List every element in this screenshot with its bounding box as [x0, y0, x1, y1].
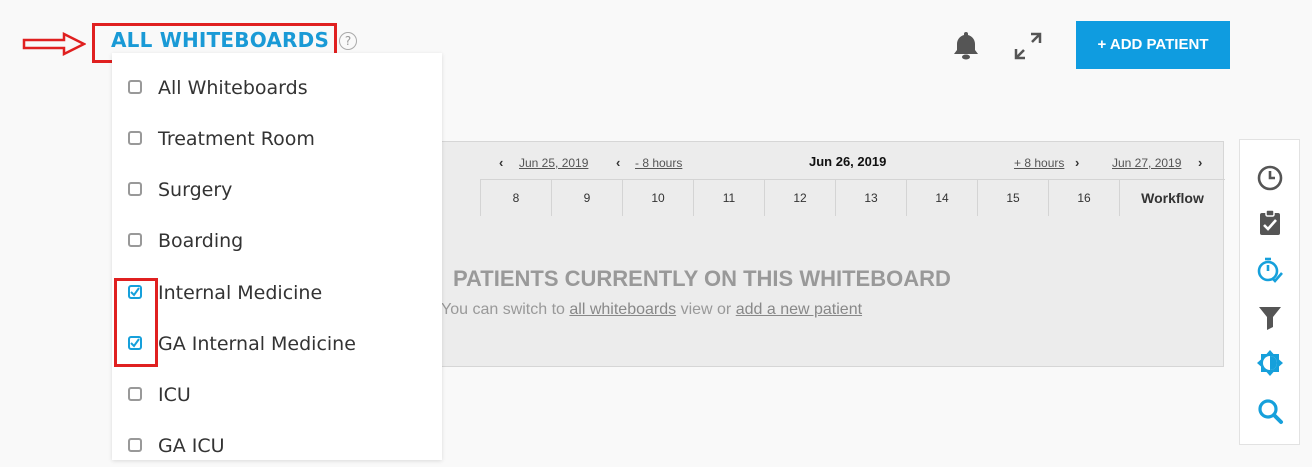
help-icon[interactable]: ?	[339, 32, 357, 50]
checkbox[interactable]	[128, 233, 142, 247]
checkbox[interactable]	[128, 387, 142, 401]
option-label: Treatment Room	[158, 128, 315, 150]
timer-check-icon[interactable]	[1256, 256, 1284, 284]
checkbox[interactable]	[128, 182, 142, 196]
empty-sub-mid: view or	[680, 301, 732, 318]
annotation-arrow-icon	[22, 32, 86, 56]
option-label: Surgery	[158, 179, 233, 201]
add-patient-button[interactable]: + ADD PATIENT	[1076, 21, 1230, 69]
option-label: Internal Medicine	[158, 282, 323, 304]
highlight-box-checkboxes	[114, 278, 158, 367]
minus-hours-link[interactable]: - 8 hours	[635, 156, 682, 170]
contrast-icon[interactable]	[1256, 349, 1284, 377]
whiteboard-dropdown: All Whiteboards Treatment Room Surgery B…	[112, 53, 442, 460]
empty-sub-prefix: You can switch to	[441, 301, 565, 318]
chevron-left-icon[interactable]: ‹	[616, 155, 620, 170]
option-label: All Whiteboards	[158, 77, 308, 99]
hour-cell: 10	[622, 180, 693, 216]
option-ga-icu[interactable]: GA ICU	[112, 427, 442, 467]
fullscreen-icon[interactable]	[1014, 32, 1042, 60]
hour-cell: 9	[551, 180, 622, 216]
hour-cell: 12	[764, 180, 835, 216]
option-internal-medicine[interactable]: Internal Medicine	[112, 274, 442, 314]
option-label: ICU	[158, 384, 191, 406]
current-date: Jun 26, 2019	[809, 154, 887, 169]
hour-cell: 15	[977, 180, 1048, 216]
hour-cell: 13	[835, 180, 906, 216]
option-ga-internal-medicine[interactable]: GA Internal Medicine	[112, 325, 442, 365]
option-treatment-room[interactable]: Treatment Room	[112, 120, 442, 160]
side-toolbar	[1239, 139, 1300, 445]
checkbox[interactable]	[128, 438, 142, 452]
hour-cell: 11	[693, 180, 764, 216]
checkbox[interactable]	[128, 80, 142, 94]
date-navigation: ‹ Jun 25, 2019 ‹ - 8 hours Jun 26, 2019 …	[481, 144, 1226, 180]
whiteboard-panel: ‹ Jun 25, 2019 ‹ - 8 hours Jun 26, 2019 …	[440, 141, 1226, 367]
prev-day-link[interactable]: Jun 25, 2019	[519, 156, 588, 170]
hour-cell: 16	[1048, 180, 1119, 216]
option-label: GA ICU	[158, 435, 225, 457]
empty-state-title: PATIENTS CURRENTLY ON THIS WHITEBOARD	[453, 266, 951, 291]
chevron-left-icon[interactable]: ‹	[499, 155, 503, 170]
option-label: GA Internal Medicine	[158, 333, 356, 355]
clipboard-check-icon[interactable]	[1256, 208, 1284, 236]
empty-state-message: You can switch to all whiteboards view o…	[441, 301, 862, 319]
option-boarding[interactable]: Boarding	[112, 222, 442, 262]
chevron-right-icon[interactable]: ›	[1198, 155, 1202, 170]
chevron-right-icon[interactable]: ›	[1075, 155, 1079, 170]
plus-hours-link[interactable]: + 8 hours	[1014, 156, 1064, 170]
workflow-column-header: Workflow	[1119, 180, 1225, 216]
hour-cell: 8	[480, 180, 551, 216]
search-icon[interactable]	[1256, 397, 1284, 425]
all-whiteboards-link[interactable]: all whiteboards	[569, 301, 676, 318]
bell-icon[interactable]	[952, 30, 980, 60]
option-icu[interactable]: ICU	[112, 376, 442, 416]
next-day-link[interactable]: Jun 27, 2019	[1112, 156, 1181, 170]
filter-icon[interactable]	[1256, 303, 1284, 331]
option-all-whiteboards[interactable]: All Whiteboards	[112, 69, 442, 109]
clock-icon[interactable]	[1256, 164, 1284, 192]
hours-header: 8 9 10 11 12 13 14 15 16 Workflow	[480, 179, 1225, 216]
add-new-patient-link[interactable]: add a new patient	[736, 301, 862, 318]
option-label: Boarding	[158, 230, 244, 252]
checkbox[interactable]	[128, 131, 142, 145]
option-surgery[interactable]: Surgery	[112, 171, 442, 211]
hour-cell: 14	[906, 180, 977, 216]
